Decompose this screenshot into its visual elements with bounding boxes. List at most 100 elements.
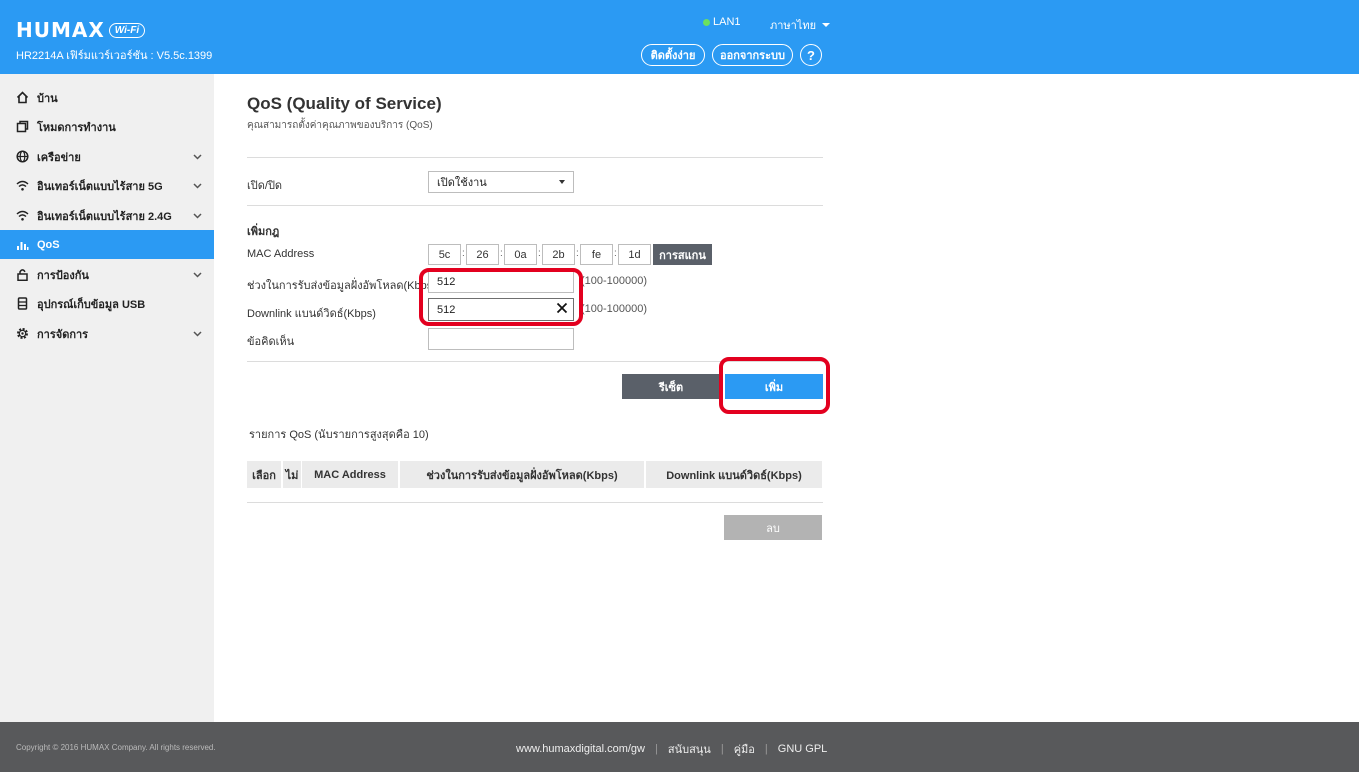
upload-bandwidth-label: ช่วงในการรับส่งข้อมูลฝั่งอัพโหลด(Kbps) — [247, 280, 436, 292]
divider — [247, 205, 823, 206]
page-subtitle: คุณสามารถตั้งค่าคุณภาพของบริการ (QoS) — [247, 120, 433, 131]
copyright-text: Copyright © 2016 HUMAX Company. All righ… — [16, 743, 216, 752]
wifi-icon — [15, 179, 29, 193]
chevron-down-icon — [822, 23, 831, 27]
downlink-bandwidth-value: 512 — [437, 303, 456, 316]
mode-icon — [15, 120, 29, 134]
usb-storage-icon — [15, 297, 29, 311]
divider — [247, 361, 823, 362]
table-header-select: เลือก — [247, 461, 281, 488]
footer-separator: | — [764, 743, 768, 755]
lan-status-dot-icon — [703, 18, 710, 26]
firmware-version: HR2214A เฟิร์มแวร์เวอร์ชัน : V5.5c.1399 — [16, 50, 213, 62]
comment-input[interactable] — [428, 328, 574, 350]
chevron-down-icon — [192, 181, 202, 191]
language-label: ภาษาไทย — [770, 20, 817, 32]
divider — [247, 157, 823, 158]
top-header: HUMAX Wi-Fi HR2214A เฟิร์มแวร์เวอร์ชัน :… — [0, 0, 1359, 74]
sidebar-item-management[interactable]: การจัดการ — [0, 319, 214, 348]
sidebar-item-mode[interactable]: โหมดการทำงาน — [0, 112, 214, 141]
sidebar-item-label: บ้าน — [37, 92, 58, 105]
onoff-select[interactable]: เปิดใช้งาน — [428, 171, 574, 193]
lock-icon — [15, 268, 29, 282]
sidebar-item-label: อุปกรณ์เก็บข้อมูล USB — [37, 298, 146, 311]
table-header-upload-bandwidth: ช่วงในการรับส่งข้อมูลฝั่งอัพโหลด(Kbps) — [400, 461, 644, 488]
downlink-bandwidth-input[interactable]: 512 — [428, 298, 574, 321]
sidebar-item-qos[interactable]: QoS — [0, 230, 214, 259]
table-header-mac-address: MAC Address — [302, 461, 398, 488]
sidebar-item-label: โหมดการทำงาน — [37, 121, 116, 134]
scan-button[interactable]: การสแกน — [653, 244, 712, 265]
chevron-down-icon — [192, 329, 202, 339]
lan-status-label: LAN1 — [713, 16, 741, 28]
language-select[interactable]: ภาษาไทย — [770, 16, 831, 34]
main-content: QoS (Quality of Service) คุณสามารถตั้งค่… — [247, 94, 823, 133]
mac-address-label: MAC Address — [247, 248, 315, 260]
upload-range-hint: (100-100000) — [581, 275, 648, 287]
add-rule-title: เพิ่มกฎ — [247, 226, 280, 238]
mac-octet-6-input[interactable]: 1d — [618, 244, 651, 265]
mac-octet-5-input[interactable]: fe — [580, 244, 613, 265]
table-header-no: ไม่ — [283, 461, 301, 488]
sidebar-item-home[interactable]: บ้าน — [0, 83, 214, 112]
logout-button[interactable]: ออกจากระบบ — [712, 44, 793, 66]
mac-separator: : — [500, 248, 503, 259]
footer-links: www.humaxdigital.com/gw | สนับสนุน | คู่… — [516, 740, 827, 758]
sidebar-item-usb-storage[interactable]: อุปกรณ์เก็บข้อมูล USB — [0, 289, 214, 318]
gear-icon — [15, 327, 29, 341]
sidebar-item-label: การจัดการ — [37, 328, 89, 341]
delete-button[interactable]: ลบ — [724, 515, 822, 540]
home-icon — [15, 91, 29, 105]
sidebar-item-wifi-24g[interactable]: อินเทอร์เน็ตแบบไร้สาย 2.4G — [0, 201, 214, 230]
wifi-badge: Wi-Fi — [108, 22, 146, 38]
humax-logo: HUMAX Wi-Fi — [16, 18, 146, 42]
globe-icon — [15, 150, 29, 164]
sidebar-item-label: อินเทอร์เน็ตแบบไร้สาย 2.4G — [37, 210, 172, 223]
mac-octet-1-input[interactable]: 5c — [428, 244, 461, 265]
downlink-bandwidth-label: Downlink แบนด์วิดธ์(Kbps) — [247, 308, 376, 320]
mac-separator: : — [462, 248, 465, 259]
comment-label: ข้อคิดเห็น — [247, 336, 295, 348]
chevron-down-icon — [192, 152, 202, 162]
divider — [247, 502, 823, 503]
wifi-icon — [15, 209, 29, 223]
sidebar-item-security[interactable]: การป้องกัน — [0, 260, 214, 289]
support-link[interactable]: สนับสนุน — [668, 740, 711, 758]
onoff-label: เปิด/ปิด — [247, 180, 283, 192]
easy-setup-button[interactable]: ติดตั้งง่าย — [641, 44, 705, 66]
manual-link[interactable]: คู่มือ — [734, 740, 755, 758]
add-button[interactable]: เพิ่ม — [725, 374, 823, 399]
mac-octet-4-input[interactable]: 2b — [542, 244, 575, 265]
sidebar: บ้าน โหมดการทำงาน เครือข่าย อินเทอร์เน็ต… — [0, 74, 214, 722]
downlink-range-hint: (100-100000) — [581, 303, 648, 315]
chevron-down-icon — [559, 180, 565, 184]
bar-chart-icon — [15, 238, 29, 252]
footer: Copyright © 2016 HUMAX Company. All righ… — [0, 722, 1359, 772]
upload-bandwidth-input[interactable]: 512 — [428, 271, 574, 293]
chevron-down-icon — [192, 270, 202, 280]
mac-separator: : — [576, 248, 579, 259]
onoff-selected-value: เปิดใช้งาน — [437, 177, 487, 189]
mac-octet-3-input[interactable]: 0a — [504, 244, 537, 265]
lan-status: LAN1 — [703, 16, 741, 28]
sidebar-item-network[interactable]: เครือข่าย — [0, 142, 214, 171]
mac-octet-2-input[interactable]: 26 — [466, 244, 499, 265]
sidebar-item-label: การป้องกัน — [37, 269, 89, 282]
website-link[interactable]: www.humaxdigital.com/gw — [516, 743, 645, 755]
clear-input-icon[interactable] — [556, 302, 568, 317]
mac-separator: : — [538, 248, 541, 259]
table-header-downlink-bandwidth: Downlink แบนด์วิดธ์(Kbps) — [646, 461, 822, 488]
chevron-down-icon — [192, 211, 202, 221]
footer-separator: | — [655, 743, 658, 755]
brand-name: HUMAX — [16, 18, 105, 42]
help-button[interactable]: ? — [800, 44, 822, 66]
reset-button[interactable]: รีเซ็ต — [622, 374, 720, 399]
page-title: QoS (Quality of Service) — [247, 94, 442, 113]
mac-separator: : — [614, 248, 617, 259]
footer-separator: | — [720, 743, 724, 755]
qos-list-title: รายการ QoS (นับรายการสูงสุดคือ 10) — [249, 429, 429, 441]
sidebar-item-label: อินเทอร์เน็ตแบบไร้สาย 5G — [37, 180, 163, 193]
gpl-link[interactable]: GNU GPL — [778, 743, 828, 755]
sidebar-item-label: QoS — [37, 238, 60, 251]
sidebar-item-wifi-5g[interactable]: อินเทอร์เน็ตแบบไร้สาย 5G — [0, 171, 214, 200]
